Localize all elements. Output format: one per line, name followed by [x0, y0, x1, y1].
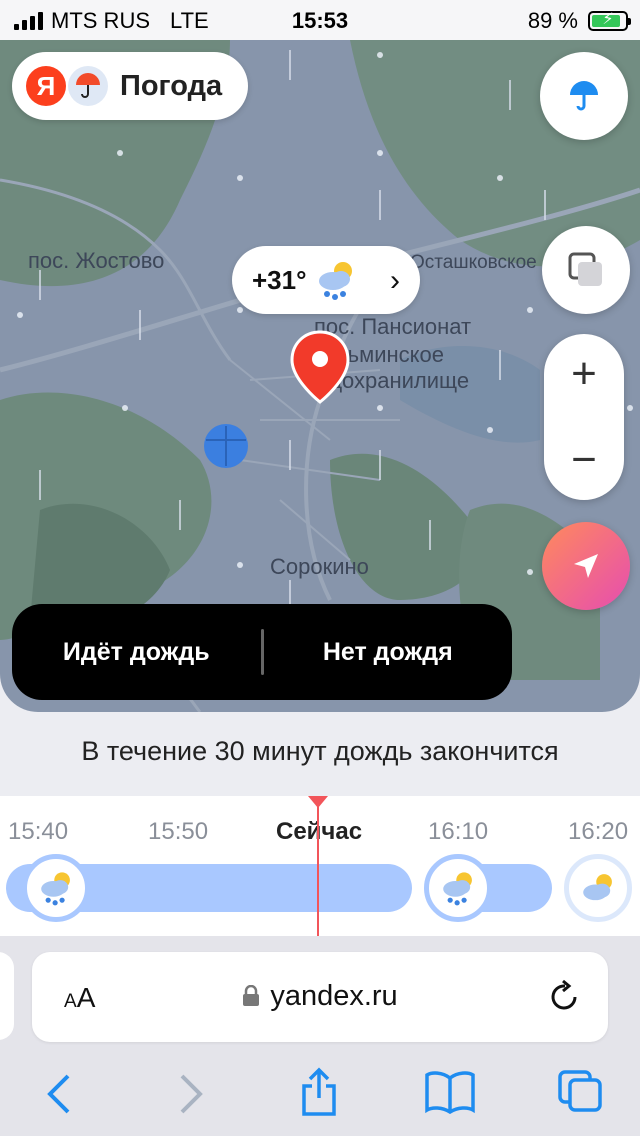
share-icon[interactable] — [298, 1066, 340, 1118]
map-layers-button[interactable] — [542, 226, 630, 314]
timeline-label: 15:50 — [148, 818, 209, 845]
location-pin-icon — [290, 330, 350, 404]
chevron-right-icon: › — [390, 264, 400, 297]
location-arrow-icon — [574, 554, 598, 578]
timeline-label: 15:40 — [8, 818, 69, 845]
umbrella-icon — [570, 81, 598, 111]
rain-mode-toggle: Идёт дождь Нет дождя — [12, 604, 512, 700]
lock-icon — [243, 984, 260, 1006]
timeline-label-now: Сейчас — [276, 818, 363, 845]
timeline-label: 16:10 — [428, 818, 489, 845]
raining-option[interactable]: Идёт дождь — [12, 638, 261, 667]
layers-icon — [568, 252, 602, 286]
rain-cloud-sun-icon — [424, 854, 492, 922]
nowcast-message-panel: В течение 30 минут дождь закончится — [0, 712, 640, 796]
battery-percent: 89 % — [527, 8, 578, 33]
zoom-out-button[interactable]: − — [544, 420, 624, 500]
url-text: yandex.ru — [270, 980, 398, 1012]
current-weather-badge[interactable]: +31° › — [232, 246, 420, 314]
bookmarks-icon[interactable] — [424, 1070, 476, 1114]
previous-tab-peek[interactable] — [0, 952, 14, 1040]
precipitation-timeline[interactable]: 15:40 15:50 Сейчас 16:10 16:20 — [0, 796, 640, 936]
nowcast-message: В течение 30 минут дождь закончится — [81, 736, 559, 766]
rain-cloud-sun-icon — [318, 262, 352, 300]
charging-bolt-icon: ⚡ — [602, 11, 614, 28]
umbrella-logo-icon — [68, 66, 108, 106]
precipitation-layer-button[interactable] — [540, 52, 628, 140]
cloud-sun-icon — [564, 854, 632, 922]
address-bar[interactable]: AA yandex.ru — [32, 952, 608, 1042]
url-display[interactable]: yandex.ru — [32, 980, 608, 1013]
battery-icon: ⚡ — [588, 11, 631, 31]
status-bar: MTS RUS LTE 15:53 89 % ⚡ — [0, 0, 640, 40]
network-type: LTE — [170, 8, 209, 33]
timeline-label: 16:20 — [568, 818, 629, 845]
signal-icon — [14, 12, 43, 30]
browser-toolbar — [0, 1066, 640, 1126]
place-label: Сорокино — [270, 554, 369, 579]
current-temperature: +31° — [252, 264, 307, 295]
weather-map[interactable]: пос. Жостово Осташковское пос. Пансионат… — [0, 40, 640, 712]
reload-icon[interactable] — [548, 978, 582, 1016]
place-label: пос. Жостово — [28, 248, 165, 273]
tabs-icon[interactable] — [556, 1068, 604, 1114]
browser-chrome: AA yandex.ru — [0, 936, 640, 1136]
yandex-logo: Я — [26, 66, 66, 106]
now-cursor-marker[interactable] — [308, 796, 328, 808]
brand-name: Погода — [120, 69, 223, 102]
status-left: MTS RUS LTE — [14, 8, 209, 34]
carrier-name: MTS RUS — [51, 8, 150, 33]
no-rain-option[interactable]: Нет дождя — [264, 638, 513, 667]
back-icon[interactable] — [44, 1072, 74, 1116]
now-cursor-line[interactable] — [317, 796, 319, 936]
rain-cloud-sun-icon — [22, 854, 90, 922]
place-label: Осташковское — [410, 252, 537, 273]
forward-icon[interactable] — [176, 1072, 206, 1116]
weather-brand-button[interactable]: Я Погода — [12, 52, 248, 120]
status-right: 89 % ⚡ — [527, 8, 631, 34]
zoom-in-button[interactable]: + — [544, 334, 624, 414]
my-location-button[interactable] — [542, 522, 630, 610]
zoom-controls: + − — [544, 334, 624, 500]
